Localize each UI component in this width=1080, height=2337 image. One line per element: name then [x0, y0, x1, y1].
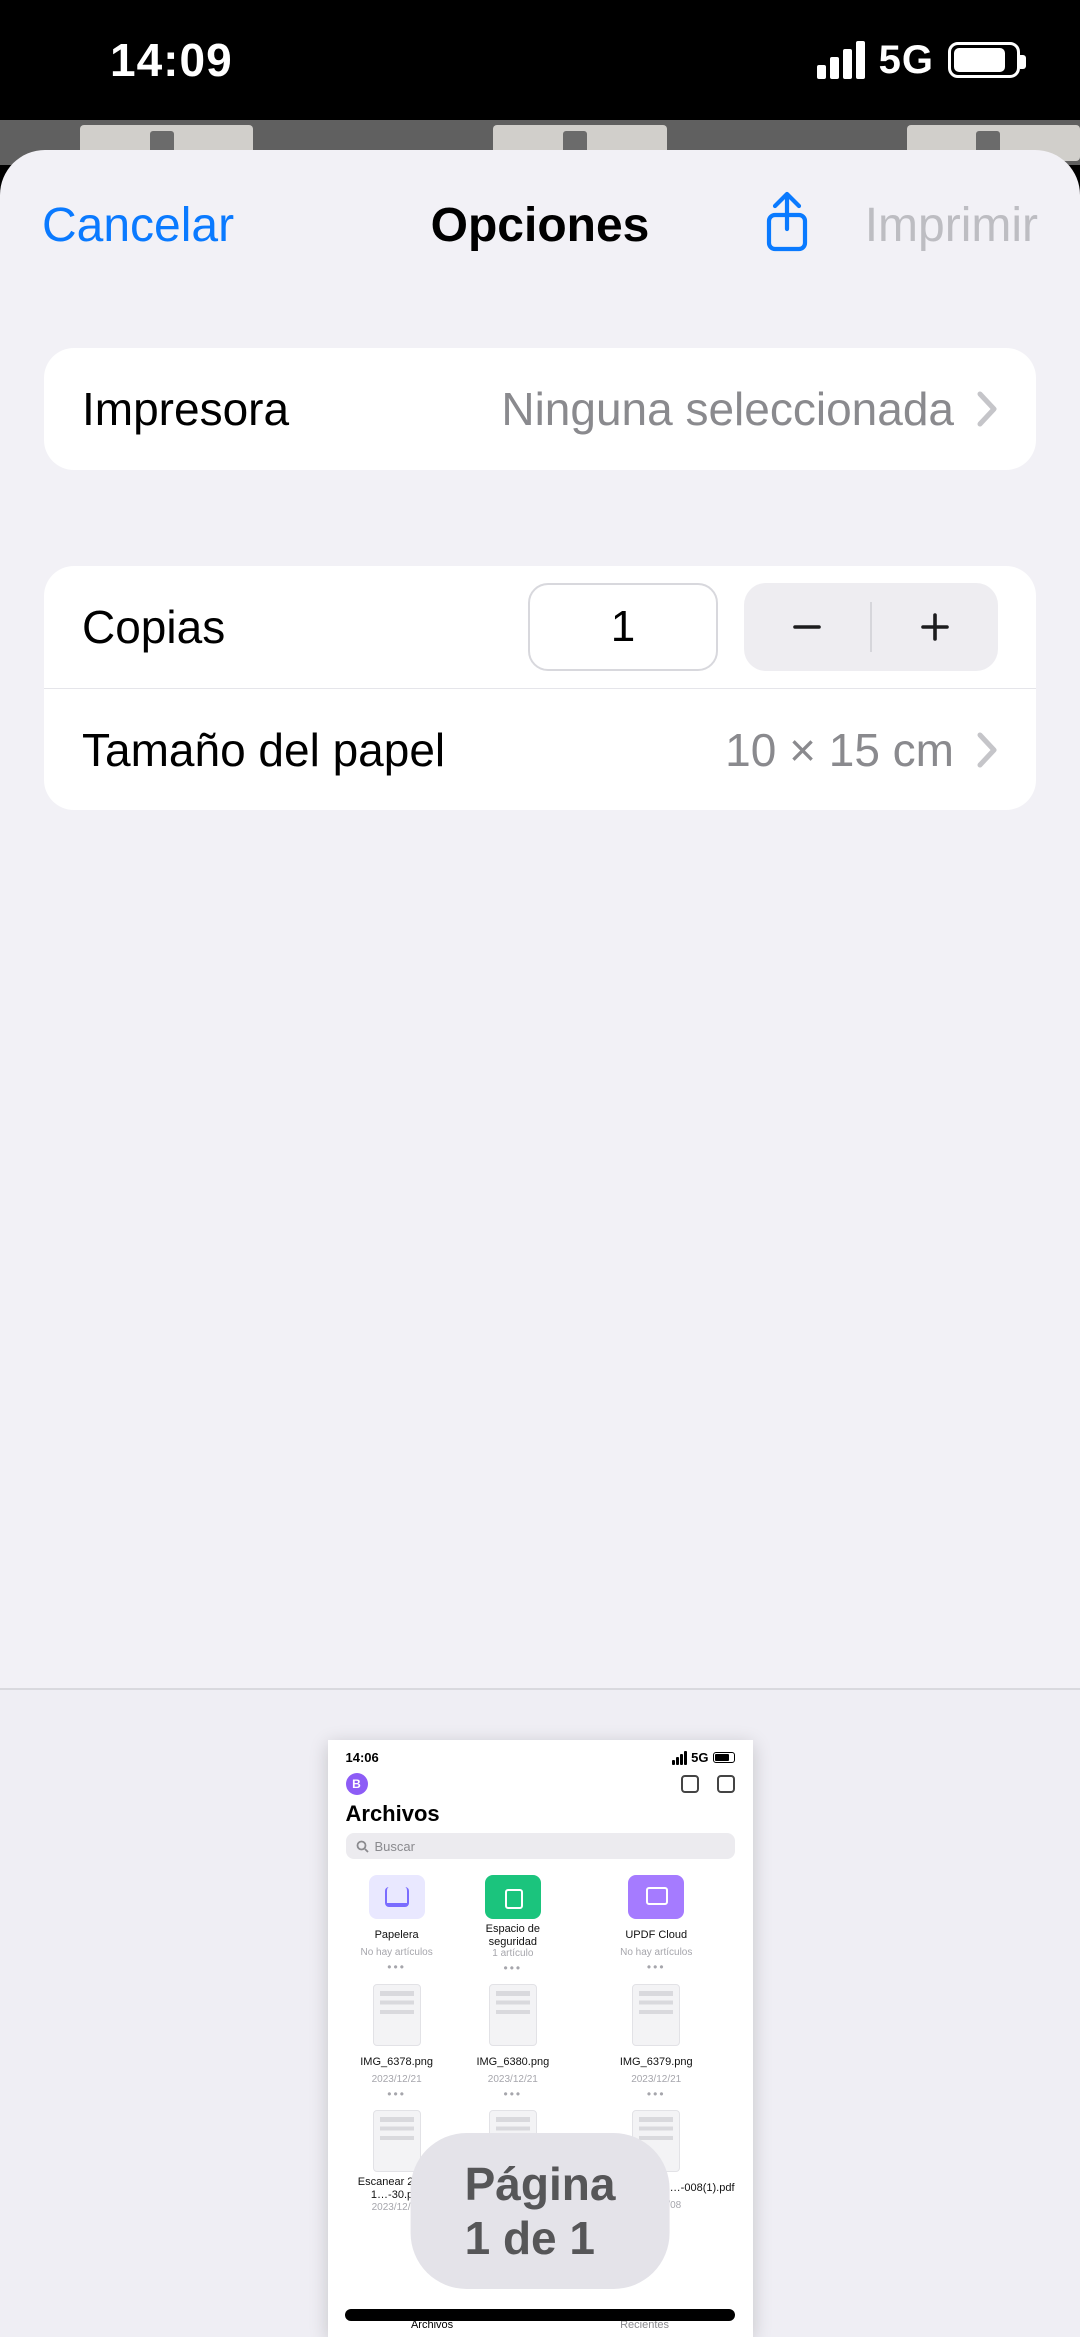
paper-size-value: 10 × 15 cm: [725, 723, 954, 777]
print-button: Imprimir: [865, 198, 1038, 253]
thumb-select-icon: [717, 1775, 735, 1793]
thumb-avatar: B: [346, 1773, 368, 1795]
thumb-network: 5G: [691, 1750, 708, 1765]
thumb-header: B: [328, 1765, 753, 1795]
copies-stepper: [744, 583, 998, 671]
thumb-folder: UPDF Cloud No hay artículos •••: [576, 1875, 737, 1974]
share-icon: [761, 191, 813, 255]
copies-count-field[interactable]: 1: [528, 583, 718, 671]
printer-label: Impresora: [82, 382, 289, 436]
thumb-grid-view-icon: [681, 1775, 699, 1793]
cancel-button[interactable]: Cancelar: [42, 198, 234, 253]
file-thumb-icon: [373, 2110, 421, 2172]
cellular-signal-icon: [817, 41, 865, 79]
status-bar: 14:09 5G: [0, 0, 1080, 120]
file-thumb-icon: [373, 1984, 421, 2046]
share-button[interactable]: [761, 191, 813, 260]
chevron-right-icon: [976, 731, 998, 769]
plus-icon: [915, 607, 955, 647]
paper-size-row[interactable]: Tamaño del papel 10 × 15 cm: [44, 688, 1036, 810]
thumb-file: IMG_6379.png 2023/12/21 •••: [576, 1984, 737, 2100]
thumb-battery-icon: [713, 1752, 735, 1763]
network-type: 5G: [879, 38, 934, 83]
thumb-folder: Papelera No hay artículos •••: [344, 1875, 450, 1974]
status-time: 14:09: [110, 33, 233, 87]
thumb-search-field: Buscar: [346, 1833, 735, 1859]
file-thumb-icon: [632, 1984, 680, 2046]
secure-folder-icon: [485, 1875, 541, 1919]
trash-folder-icon: [369, 1875, 425, 1919]
copies-label: Copias: [82, 600, 225, 654]
thumb-search-placeholder: Buscar: [375, 1839, 415, 1854]
print-preview-area: 14:06 5G B Archivos Buscar: [0, 1688, 1080, 2337]
thumb-time: 14:06: [346, 1750, 379, 1765]
print-settings-group: Copias 1 Tamaño del papel: [44, 566, 1036, 810]
minus-icon: [787, 607, 827, 647]
thumb-signal-icon: [672, 1751, 687, 1765]
thumb-search-icon: [356, 1840, 369, 1853]
printer-value: Ninguna seleccionada: [501, 382, 954, 436]
thumb-file: IMG_6378.png 2023/12/21 •••: [344, 1984, 450, 2100]
thumb-status-bar: 14:06 5G: [328, 1740, 753, 1765]
printer-row[interactable]: Impresora Ninguna seleccionada: [44, 348, 1036, 470]
copies-decrement-button[interactable]: [744, 583, 870, 671]
print-options-sheet: Cancelar Opciones Imprimir Impresora Nin…: [0, 150, 1080, 2337]
page-thumbnail[interactable]: 14:06 5G B Archivos Buscar: [328, 1740, 753, 2337]
thumb-file: IMG_6380.png 2023/12/21 •••: [460, 1984, 566, 2100]
printer-group: Impresora Ninguna seleccionada: [44, 348, 1036, 470]
sheet-header: Cancelar Opciones Imprimir: [0, 150, 1080, 300]
cloud-folder-icon: [628, 1875, 684, 1919]
chevron-right-icon: [976, 390, 998, 428]
thumb-folder: Espacio de seguridad 1 artículo •••: [460, 1875, 566, 1974]
copies-row: Copias 1: [44, 566, 1036, 688]
status-indicators: 5G: [817, 38, 1020, 83]
page-indicator-pill: Página 1 de 1: [411, 2133, 670, 2289]
battery-icon: [948, 42, 1020, 78]
copies-increment-button[interactable]: [872, 583, 998, 671]
thumb-title: Archivos: [328, 1795, 753, 1833]
home-indicator[interactable]: [345, 2309, 735, 2321]
file-thumb-icon: [489, 1984, 537, 2046]
paper-size-label: Tamaño del papel: [82, 723, 445, 777]
